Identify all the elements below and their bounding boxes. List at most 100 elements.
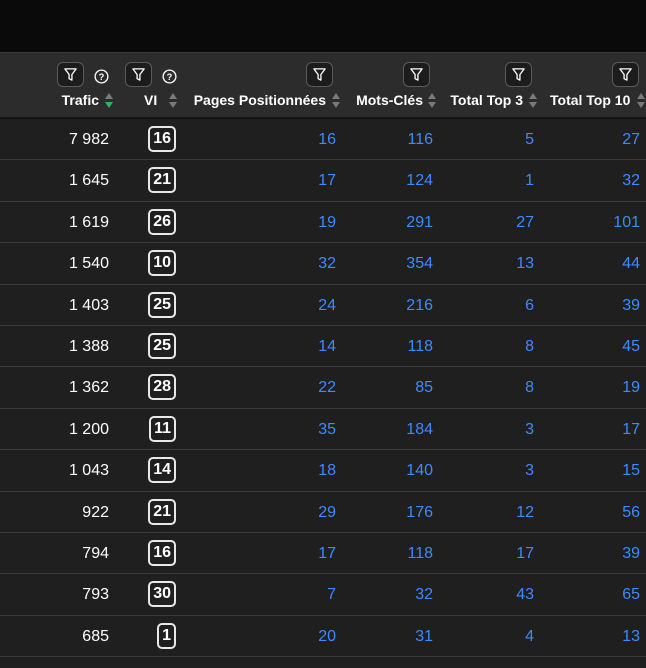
header-top3: Total Top 3 [443,53,544,117]
vi-badge: 11 [149,415,176,442]
sort-icon[interactable] [168,92,178,109]
top10-link[interactable]: 32 [540,160,640,201]
table-row: 922 21 29 176 12 56 [0,492,646,533]
keywords-link[interactable]: 216 [340,285,433,326]
header-pages-label: Pages Positionnées [193,92,326,108]
top10-link[interactable]: 19 [540,367,640,408]
top10-link[interactable]: 44 [540,243,640,284]
vi-cell: 25 [120,285,176,326]
header-trafic: ? Trafic [0,53,120,117]
sort-icon[interactable] [427,92,437,109]
keywords-link[interactable]: 354 [340,243,433,284]
keywords-link[interactable]: 118 [340,326,433,367]
top10-link[interactable]: 13 [540,616,640,657]
top10-link[interactable]: 15 [540,450,640,491]
top3-link[interactable]: 3 [437,450,534,491]
vi-badge: 21 [148,498,176,525]
keywords-link[interactable]: 140 [340,450,433,491]
filter-trafic-button[interactable] [57,62,84,87]
keywords-link[interactable]: 291 [340,202,433,243]
keywords-link[interactable]: 176 [340,492,433,533]
top10-link[interactable]: 27 [540,119,640,160]
top3-link[interactable]: 4 [437,616,534,657]
pages-link[interactable]: 20 [190,616,336,657]
traffic-value: 685 [82,627,109,645]
vi-badge: 14 [148,457,176,484]
keywords-link[interactable]: 118 [340,533,433,574]
traffic-value: 794 [82,544,109,562]
svg-text:?: ? [167,72,173,82]
filter-top3-button[interactable] [505,62,532,87]
top10-link[interactable]: 39 [540,285,640,326]
table-row: 1 645 21 17 124 1 32 [0,160,646,202]
pages-link[interactable]: 35 [190,409,336,450]
pages-link[interactable]: 16 [190,119,336,160]
top3-link[interactable]: 43 [437,574,534,615]
top10-link[interactable]: 45 [540,326,640,367]
pages-link[interactable]: 29 [190,492,336,533]
table-row: 1 403 25 24 216 6 39 [0,285,646,326]
help-icon[interactable]: ? [162,69,177,84]
traffic-value: 1 362 [68,379,109,397]
filter-vi-button[interactable] [125,62,152,87]
pages-link[interactable]: 17 [190,533,336,574]
top3-link[interactable]: 6 [437,285,534,326]
top3-link[interactable]: 3 [437,409,534,450]
svg-text:?: ? [99,72,105,82]
top3-link[interactable]: 27 [437,202,534,243]
vi-cell: 30 [120,574,176,615]
table-row: 1 388 25 14 118 8 45 [0,326,646,368]
pages-link[interactable]: 18 [190,450,336,491]
table-row: 1 619 26 19 291 27 101 [0,202,646,244]
header-mots: Mots-Clés [346,53,443,117]
traffic-value: 1 540 [68,255,109,273]
pages-link[interactable]: 32 [190,243,336,284]
header-vi: ? VI [120,53,186,117]
keywords-link[interactable]: 124 [340,160,433,201]
top3-link[interactable]: 5 [437,119,534,160]
sort-icon[interactable] [331,92,341,109]
table-row: 794 16 17 118 17 39 [0,533,646,575]
top3-link[interactable]: 8 [437,367,534,408]
keywords-link[interactable]: 184 [340,409,433,450]
pages-link[interactable]: 19 [190,202,336,243]
top3-link[interactable]: 8 [437,326,534,367]
top10-link[interactable]: 101 [540,202,640,243]
sort-icon[interactable] [528,92,538,109]
help-icon[interactable]: ? [94,69,109,84]
vi-cell: 16 [120,533,176,574]
keywords-link[interactable]: 31 [340,616,433,657]
vi-badge: 28 [148,374,176,401]
keywords-link[interactable]: 85 [340,367,433,408]
filter-mots-button[interactable] [403,62,430,87]
filter-top10-button[interactable] [612,62,639,87]
pages-link[interactable]: 7 [190,574,336,615]
vi-cell: 28 [120,367,176,408]
top3-link[interactable]: 17 [437,533,534,574]
vi-cell: 26 [120,202,176,243]
top10-link[interactable]: 17 [540,409,640,450]
traffic-value: 1 403 [68,296,109,314]
pages-link[interactable]: 14 [190,326,336,367]
pages-link[interactable]: 22 [190,367,336,408]
sort-desc-active-icon[interactable] [104,92,114,109]
top10-link[interactable]: 65 [540,574,640,615]
keywords-link[interactable]: 32 [340,574,433,615]
top3-link[interactable]: 12 [437,492,534,533]
keywords-link[interactable]: 116 [340,119,433,160]
filter-icon [313,68,326,81]
filter-pages-button[interactable] [306,62,333,87]
header-vi-label: VI [144,92,158,108]
traffic-value: 1 200 [68,420,109,438]
top3-link[interactable]: 13 [437,243,534,284]
top10-link[interactable]: 56 [540,492,640,533]
pages-link[interactable]: 24 [190,285,336,326]
vi-badge: 16 [148,539,176,566]
top10-link[interactable]: 39 [540,533,640,574]
sort-icon[interactable] [636,92,646,109]
pages-link[interactable]: 17 [190,160,336,201]
table-row: 7 982 16 16 116 5 27 [0,119,646,161]
traffic-value: 1 619 [68,213,109,231]
table-row: 1 540 10 32 354 13 44 [0,243,646,285]
top3-link[interactable]: 1 [437,160,534,201]
